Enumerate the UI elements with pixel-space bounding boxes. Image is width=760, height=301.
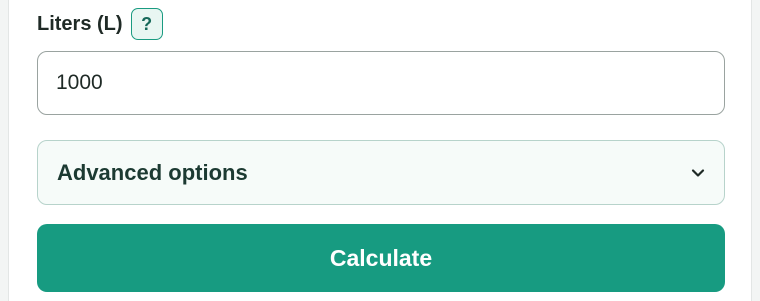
liters-label: Liters (L) — [37, 12, 123, 35]
help-button[interactable]: ? — [130, 8, 163, 40]
liters-input[interactable] — [37, 51, 725, 115]
chevron-down-icon — [690, 165, 706, 181]
calculate-button[interactable]: Calculate — [37, 224, 725, 292]
liters-input-wrapper — [37, 51, 725, 115]
liters-label-row: Liters (L) ? — [37, 8, 163, 40]
advanced-options-label: Advanced options — [57, 159, 248, 185]
calculator-card: Liters (L) ? Advanced options Calculate — [8, 0, 752, 301]
advanced-options-toggle[interactable]: Advanced options — [37, 140, 725, 205]
